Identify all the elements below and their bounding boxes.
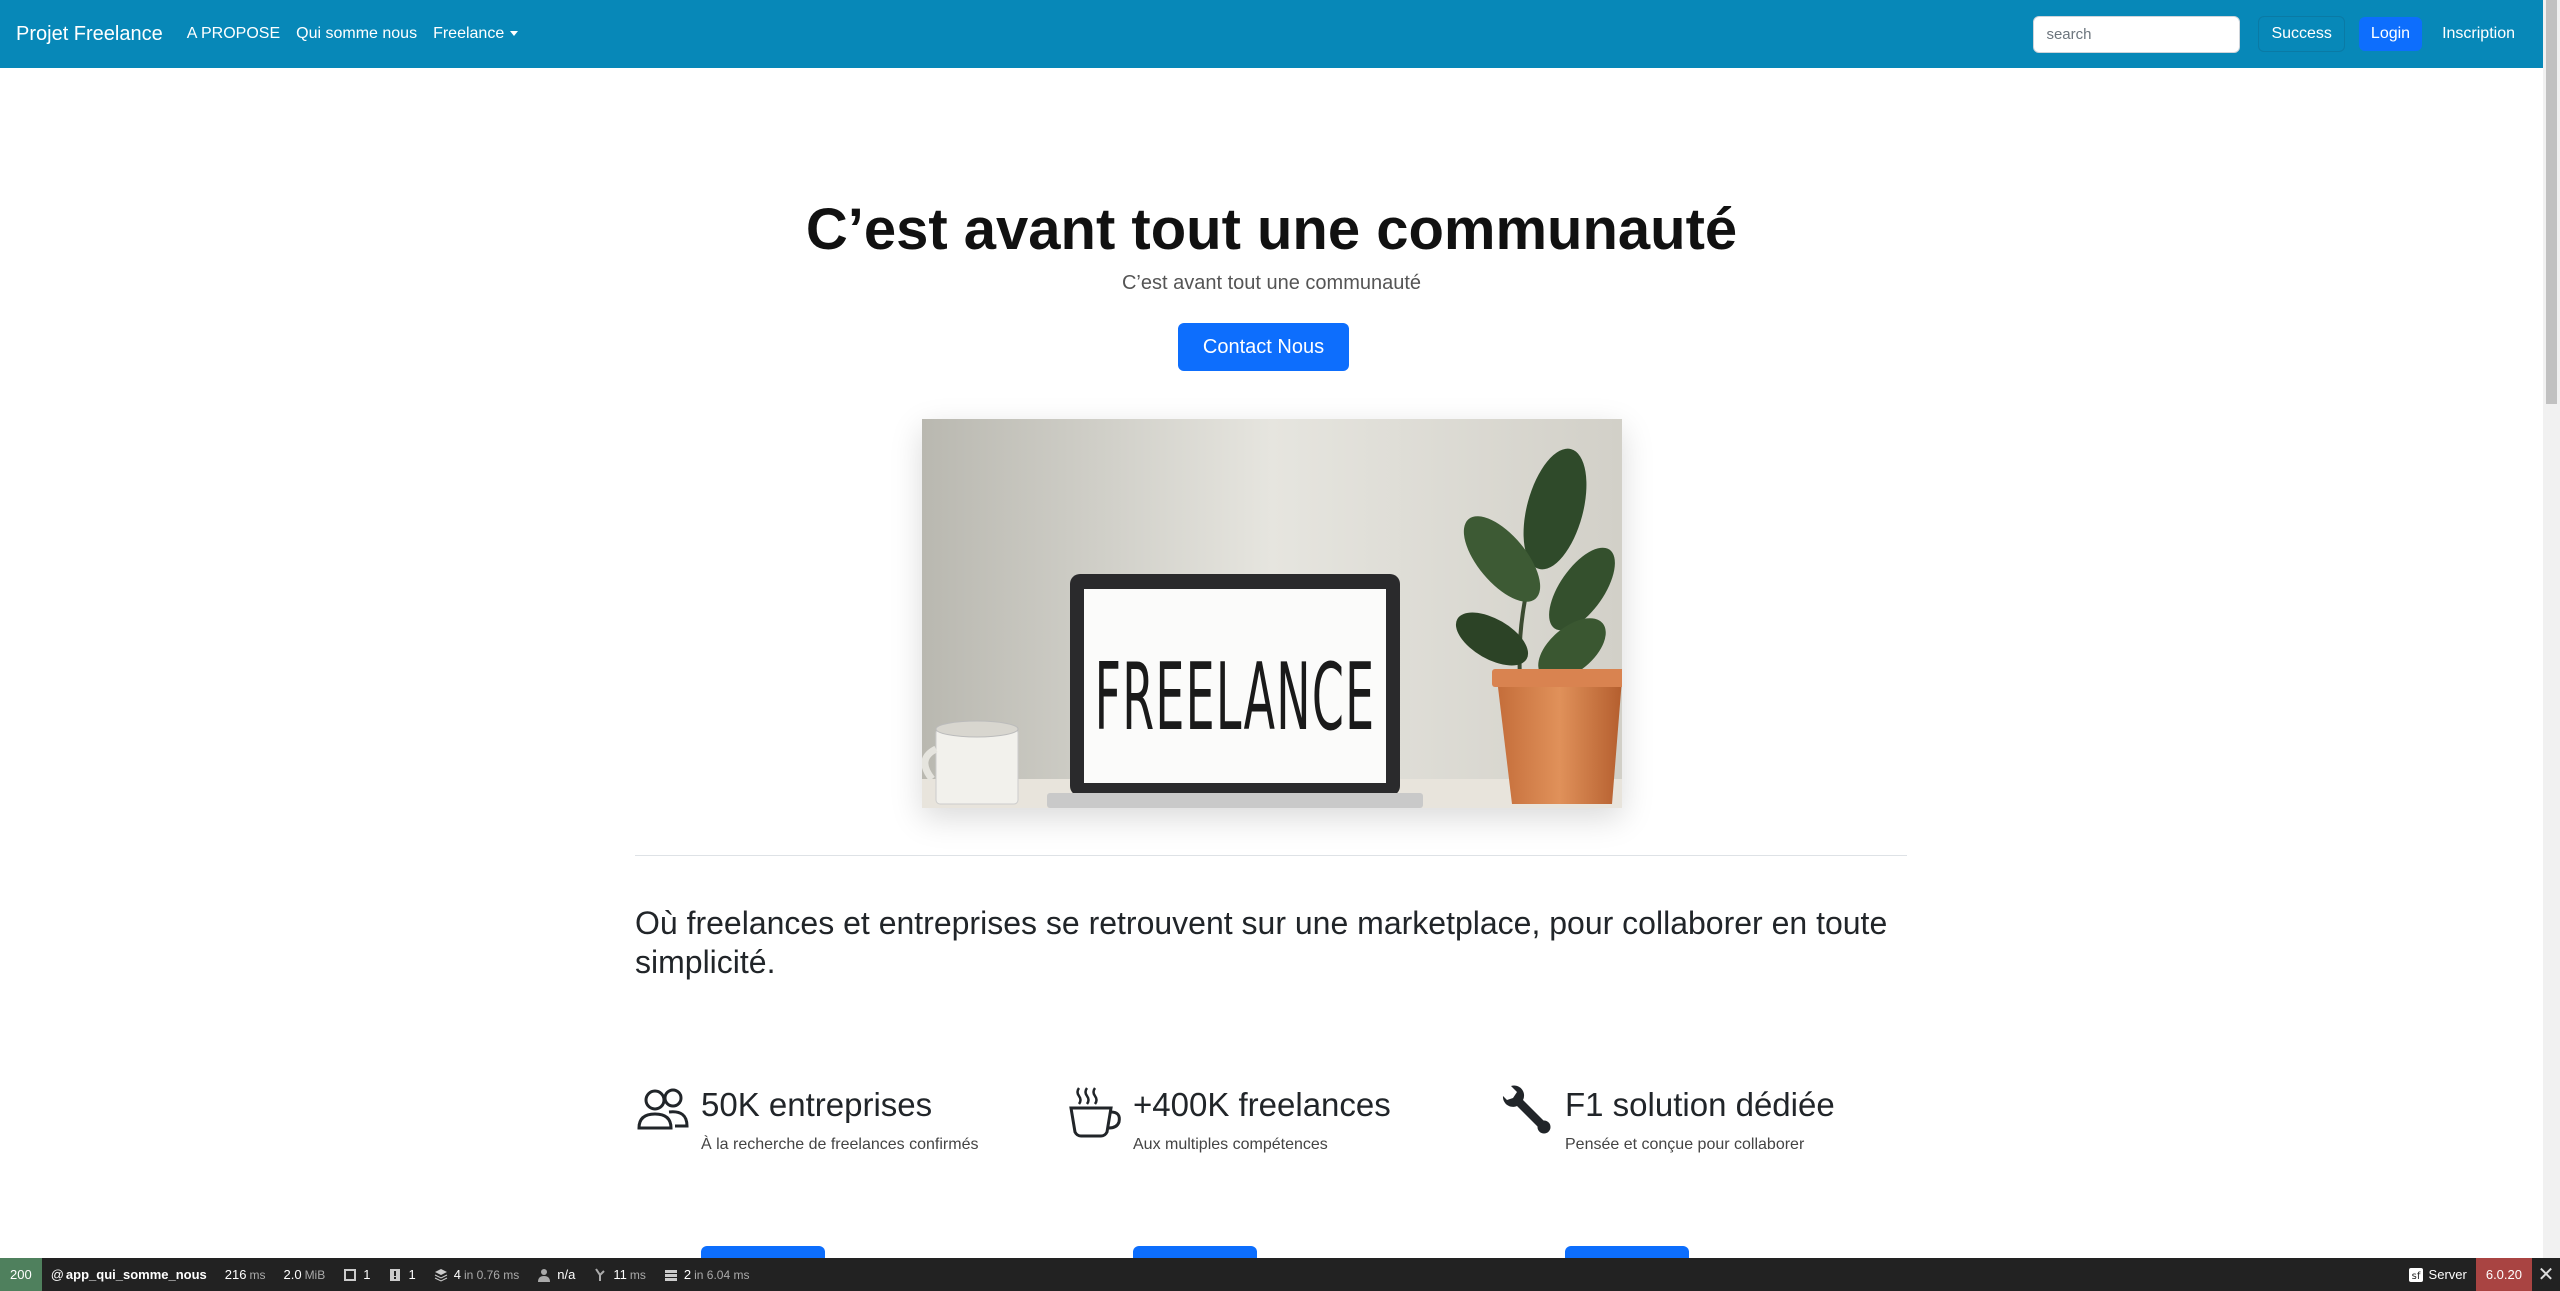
user-icon — [538, 1268, 551, 1282]
cache-item[interactable]: 4 in 0.76 ms — [425, 1258, 529, 1291]
feature-title: F1 solution dédiée — [1565, 1086, 1835, 1123]
cup-hot-icon — [1069, 1087, 1121, 1138]
search-input[interactable] — [2033, 15, 2241, 53]
feature-title: 50K entreprises — [701, 1086, 933, 1123]
image-freelance-text: FREELANCE — [1095, 644, 1376, 752]
server-label: Server — [2428, 1267, 2467, 1282]
section-divider — [635, 855, 1907, 856]
brand-link[interactable]: Projet Freelance — [16, 23, 163, 46]
feature-desc: Pensée et conçue pour collaborer — [1565, 1136, 1805, 1153]
symfony-version-item[interactable]: sf 6.0.20 — [2475, 1258, 2532, 1291]
route-name: app_qui_somme_nous — [65, 1267, 207, 1282]
events-icon — [595, 1267, 606, 1281]
cache-count: 4 — [453, 1267, 461, 1282]
page-scrollbar[interactable] — [2543, 0, 2560, 1258]
events-item[interactable]: 11 ms — [584, 1258, 655, 1291]
database-icon — [664, 1269, 677, 1281]
svg-text:sf: sf — [2411, 1271, 2420, 1282]
nav-link-a-propose[interactable]: A PROPOSE — [187, 25, 280, 43]
hero-subtitle: C’est avant tout une communauté — [1121, 272, 1422, 294]
db-item[interactable]: 2 in 6.04 ms — [655, 1258, 759, 1291]
symfony-logo-icon: sf — [2408, 1267, 2423, 1282]
feature-title: +400K freelances — [1133, 1086, 1391, 1123]
symfony-version: 6.0.20 — [2485, 1267, 2522, 1282]
user-item[interactable]: n/a — [528, 1258, 584, 1291]
at-icon: @ — [50, 1267, 64, 1282]
people-icon — [637, 1088, 689, 1130]
server-item[interactable]: sf Server — [2400, 1258, 2476, 1291]
form-icon — [344, 1268, 357, 1281]
hero-title: C’est avant tout une communauté — [805, 197, 1738, 262]
memory-item[interactable]: 2.0 MiB — [274, 1258, 334, 1291]
debug-toolbar: 200 @ app_qui_somme_nous 216 ms 2.0 MiB … — [0, 1258, 2560, 1291]
layers-icon — [434, 1268, 447, 1282]
scrollbar-thumb[interactable] — [2546, 0, 2557, 404]
lead-text: Où freelances et entreprises se retrouve… — [635, 905, 1888, 980]
db-suffix: in 6.04 ms — [694, 1267, 750, 1282]
cache-suffix: in 0.76 ms — [463, 1267, 520, 1282]
toolbar-right: sf Server sf 6.0.20 ✕ — [2400, 1258, 2560, 1291]
navbar: Projet Freelance A PROPOSE Qui somme nou… — [0, 0, 2543, 68]
caret-down-icon — [510, 31, 519, 37]
logs-count: 1 — [408, 1267, 416, 1282]
register-link[interactable]: Inscription — [2430, 17, 2527, 51]
hero-image: FREELANCE — [922, 419, 1622, 808]
nav-link-qui-somme-nous[interactable]: Qui somme nous — [296, 25, 417, 43]
time-value: 216 — [224, 1267, 247, 1282]
events-value: 11 — [613, 1267, 627, 1282]
nav-dropdown-label: Freelance — [433, 25, 505, 42]
db-count: 2 — [683, 1267, 692, 1282]
memory-value: 2.0 — [283, 1267, 302, 1282]
log-icon — [390, 1268, 401, 1281]
forms-item[interactable]: 1 — [334, 1258, 379, 1291]
close-icon[interactable]: ✕ — [2532, 1258, 2560, 1291]
freelance-laptop-illustration: FREELANCE — [922, 419, 1622, 808]
logs-item[interactable]: 1 — [379, 1258, 424, 1291]
time-item[interactable]: 216 ms — [216, 1258, 275, 1291]
forms-count: 1 — [363, 1267, 371, 1282]
memory-unit: MiB — [304, 1267, 326, 1282]
status-code[interactable]: 200 — [0, 1258, 42, 1291]
route-item[interactable]: @ app_qui_somme_nous — [42, 1258, 216, 1291]
feature-desc: Aux multiples compétences — [1133, 1136, 1328, 1153]
nav-right: Success Login Inscription — [2033, 15, 2527, 53]
events-unit: ms — [629, 1267, 646, 1282]
contact-button[interactable]: Contact Nous — [1178, 323, 1349, 371]
success-button[interactable]: Success — [2258, 16, 2345, 52]
time-unit: ms — [249, 1267, 266, 1282]
nav-dropdown-freelance[interactable]: Freelance — [433, 25, 519, 43]
login-button[interactable]: Login — [2358, 17, 2423, 51]
user-value: n/a — [557, 1267, 576, 1282]
wrench-icon — [1502, 1085, 1551, 1134]
feature-desc: À la recherche de freelances confirmés — [701, 1136, 979, 1153]
